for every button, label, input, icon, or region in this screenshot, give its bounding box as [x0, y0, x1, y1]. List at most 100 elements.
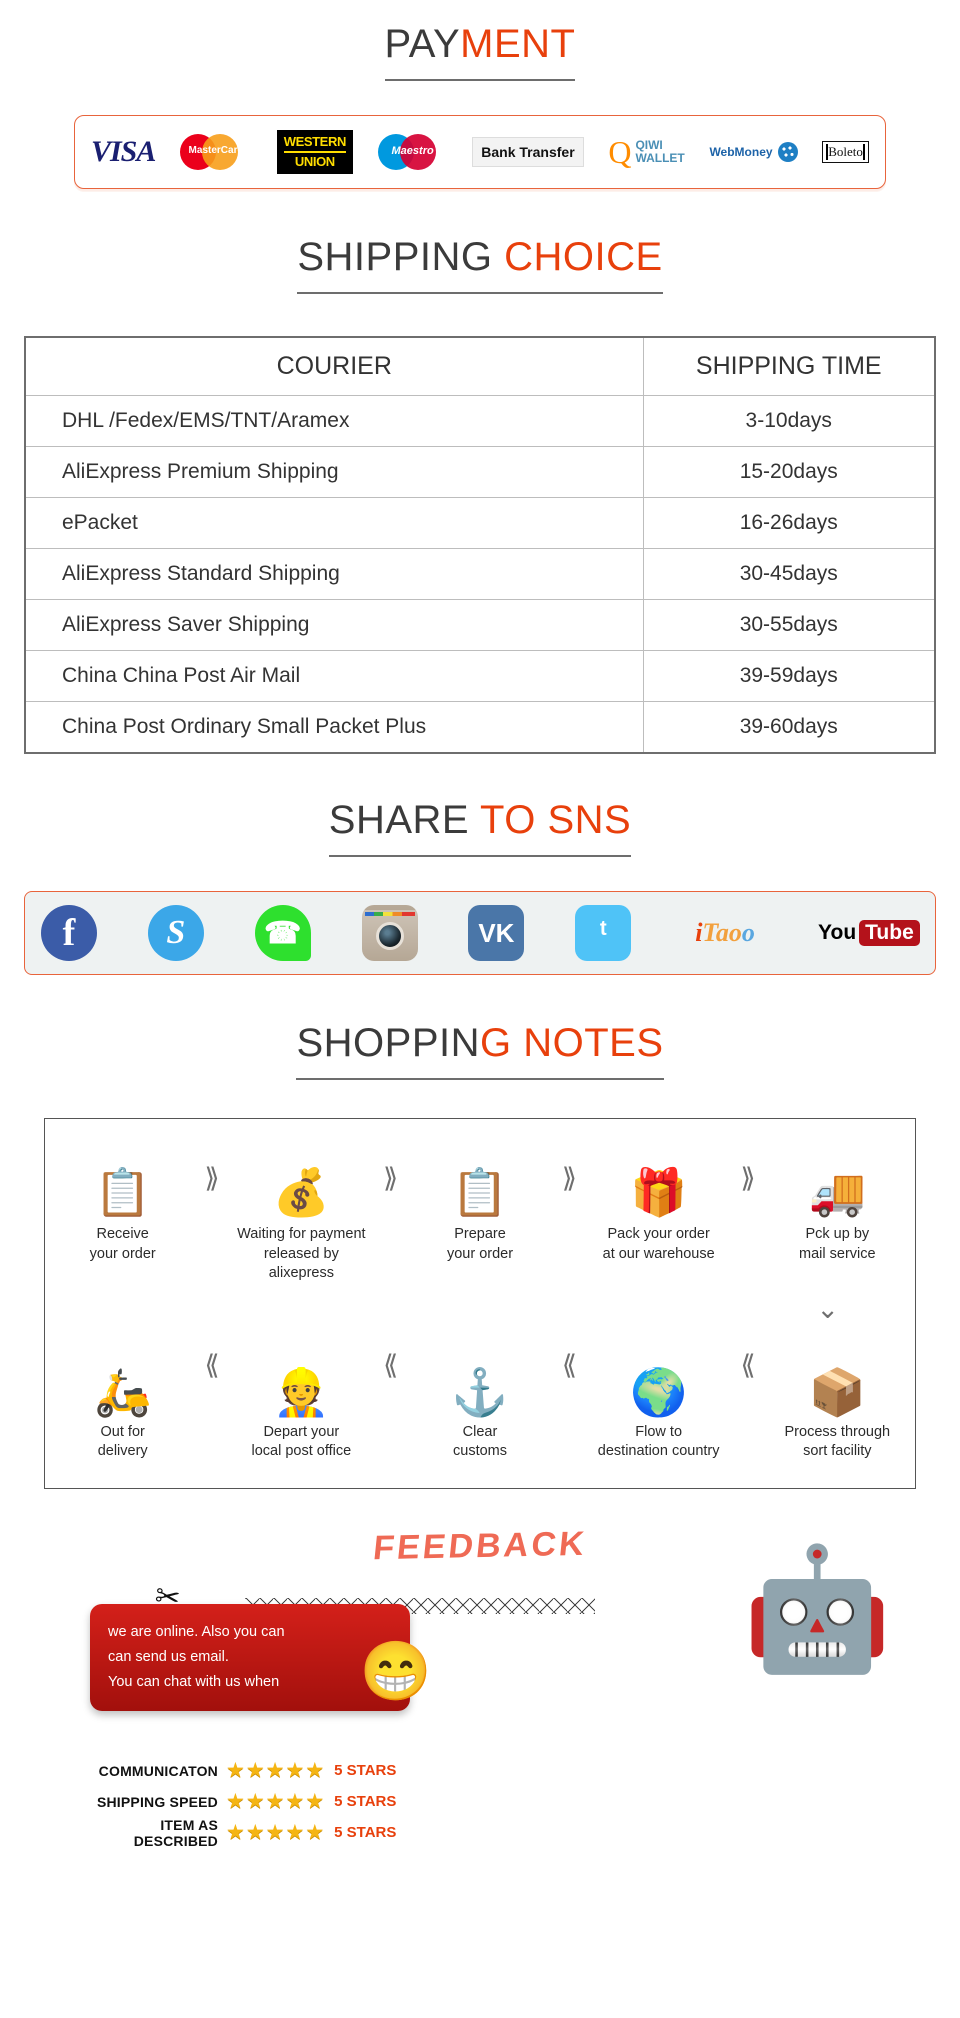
notes-row-forward: 📋 Receive your order ⟫ 💰 Waiting for payment r… [55, 1141, 905, 1284]
rating-label: ITEM AS DESCRIBED [133, 1816, 218, 1849]
vk-icon[interactable]: VK [468, 905, 525, 961]
sns-section: SHARE TO SNS f S ☎ VK ᵗ i Tao o You Tube [0, 754, 960, 975]
western-union-bottom: UNION [283, 151, 346, 169]
instagram-icon[interactable] [361, 905, 418, 961]
maestro-label: Maestro [391, 145, 434, 157]
note-step-label: Clear customs [412, 1423, 547, 1462]
chat-bubble-line-3: You can chat with us when [108, 1673, 280, 1690]
star-icon: ★ [305, 1821, 325, 1845]
note-step-label: Process through sort facility [770, 1423, 905, 1462]
star-icon: ★ [285, 1790, 305, 1814]
table-row: China China Post Air Mail 39-59days [24, 650, 936, 702]
notes-row-backward: 🛵 Out for delivery ⟪ 👷 Depart your local post … [55, 1329, 905, 1462]
itao-part3: o [741, 918, 755, 947]
shipping-heading-accent: CHOICE [492, 235, 663, 279]
webmoney-icon: WebMoney [709, 130, 798, 174]
note-step-line2: released by alixepress [263, 1245, 339, 1282]
note-step-label: Receive your order [55, 1225, 190, 1264]
note-step-line2: local post office [251, 1443, 352, 1460]
table-row: DHL /Fedex/EMS/TNT/Aramex 3-10days [24, 395, 936, 447]
note-step-line2: at our warehouse [602, 1245, 715, 1262]
shipping-heading-dark: SHIPPING [297, 235, 493, 279]
note-step-label: Prepare your order [412, 1225, 547, 1264]
clipboard-icon: 📋 [451, 1166, 509, 1218]
visa-icon: VISA [91, 130, 156, 174]
cell-courier: ePacket [24, 497, 644, 549]
itao-part1: i [695, 918, 703, 947]
instagram-lens-icon [375, 921, 404, 950]
qiwi-bottom: WALLET [635, 150, 685, 165]
shipping-heading: SHIPPING CHOICE [297, 235, 663, 294]
sns-heading-dark: SHARE [328, 798, 470, 842]
notes-heading-wrap: SHOPPING NOTES [0, 1021, 960, 1080]
note-step-label: Flow to destination country [591, 1423, 726, 1462]
column-header-courier: COURIER [24, 336, 644, 396]
skype-icon[interactable]: S [147, 905, 204, 961]
mastercard-icon: MasterCard [180, 130, 252, 174]
twitter-icon[interactable]: ᵗ [575, 905, 632, 961]
step-arrow-icon: ⟪ [383, 1350, 399, 1381]
cell-shipping-time: 39-59days [642, 650, 936, 702]
payment-heading-dark: PAY [384, 22, 461, 66]
note-step-label: Out for delivery [55, 1423, 190, 1462]
step-arrow-icon: ⟪ [740, 1350, 756, 1381]
note-step-line2: sort facility [803, 1443, 872, 1460]
note-step-line1: Depart your [263, 1423, 340, 1440]
clipboard-icon: 📋 [94, 1166, 152, 1218]
webmoney-globe-icon [777, 142, 798, 162]
itao-icon[interactable]: i Tao o [682, 905, 768, 961]
note-step: 🎁 Pack your order at our warehouse [591, 1141, 726, 1264]
youtube-you: You [818, 921, 857, 944]
note-step-line2: customs [453, 1443, 507, 1460]
table-row: AliExpress Standard Shipping 30-45days [24, 548, 936, 600]
note-step-line1: Out for [100, 1423, 145, 1440]
payment-heading-wrap: PAYMENT [0, 22, 960, 81]
notes-heading: SHOPPING NOTES [296, 1021, 664, 1080]
money-bag-icon: 💰 [272, 1166, 330, 1218]
bank-transfer-label: Bank Transfer [472, 137, 584, 167]
shipping-table: COURIER SHIPPING TIME DHL /Fedex/EMS/TNT… [24, 336, 936, 754]
cell-shipping-time: 30-45days [642, 548, 936, 600]
note-step-line1: Clear [462, 1423, 498, 1440]
note-step: 🚚 Pck up by mail service [770, 1141, 905, 1264]
youtube-icon[interactable]: You Tube [818, 905, 920, 961]
itao-part2: Tao [702, 918, 742, 947]
visa-label: VISA [91, 135, 156, 168]
note-step-line1: Receive [96, 1226, 149, 1242]
note-step: 📋 Receive your order [55, 1141, 190, 1264]
star-icon: ★ [305, 1759, 325, 1783]
boleto-icon: Boleto [822, 130, 869, 174]
shipping-heading-wrap: SHIPPING CHOICE [0, 235, 960, 294]
qiwi-mark: Q [608, 133, 632, 170]
note-step-line2: mail service [799, 1245, 876, 1262]
note-step: 👷 Depart your local post office [234, 1329, 369, 1462]
star-icon: ★ [265, 1759, 285, 1783]
truck-icon: 🚚 [808, 1166, 866, 1218]
scooter-icon: 🛵 [94, 1365, 152, 1418]
sns-heading-accent: TO SNS [469, 798, 632, 842]
cell-shipping-time: 15-20days [642, 446, 936, 498]
rating-stars: ★ ★ ★ ★ ★ [226, 1758, 324, 1783]
payment-methods-box: VISA MasterCard WESTERN UNION Maestro Ba… [74, 115, 886, 189]
note-step-line2: your order [446, 1245, 514, 1262]
chat-bubble-line-2: can send us email. [108, 1648, 229, 1665]
payment-heading: PAYMENT [384, 22, 576, 81]
notes-turn-arrow: ⌄ [816, 1293, 839, 1324]
cell-courier: China Post Ordinary Small Packet Plus [24, 701, 644, 754]
facebook-icon[interactable]: f [41, 905, 97, 961]
western-union-icon: WESTERN UNION [276, 130, 353, 174]
maestro-icon: Maestro [377, 130, 448, 174]
step-arrow-icon: ⟫ [383, 1162, 399, 1193]
whatsapp-icon[interactable]: ☎ [254, 905, 311, 961]
note-step-line1: Process through [784, 1423, 891, 1440]
gift-icon: 🎁 [630, 1166, 688, 1218]
globe-icon: 🌍 [630, 1365, 688, 1418]
step-arrow-icon: ⟪ [204, 1350, 220, 1381]
star-icon: ★ [305, 1790, 325, 1814]
step-arrow-icon: ⟫ [740, 1162, 756, 1193]
shipping-section: SHIPPING CHOICE COURIER SHIPPING TIME DH… [0, 189, 960, 754]
cell-courier: China China Post Air Mail [24, 650, 644, 702]
cell-shipping-time: 3-10days [642, 395, 936, 447]
boleto-label: Boleto [826, 144, 865, 160]
note-step-label: Pck up by mail service [770, 1225, 905, 1264]
